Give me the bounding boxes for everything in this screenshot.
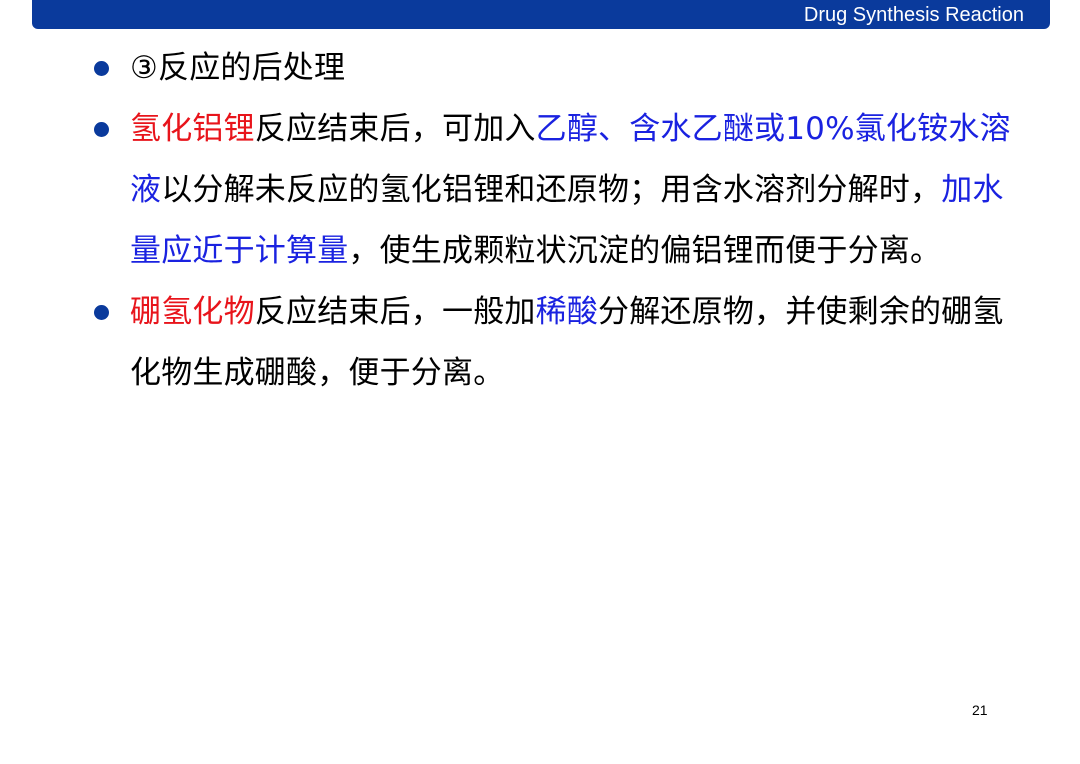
header-title: Drug Synthesis Reaction <box>803 4 1024 26</box>
page-number: 21 <box>972 702 988 718</box>
bullet-item: ③反应的后处理 <box>92 38 1012 99</box>
slide-content: ③反应的后处理 氢化铝锂反应结束后，可加入乙醇、含水乙醚或10%氯化铵水溶液以分… <box>92 38 1012 404</box>
bullet-text: 反应结束后，一般加 <box>254 294 536 330</box>
bullet-dot-icon <box>94 61 109 76</box>
highlight-blue-text: 稀酸 <box>535 294 599 330</box>
bullet-text: 反应结束后，可加入 <box>254 111 536 147</box>
bullet-text: ③反应的后处理 <box>130 50 346 86</box>
bullet-dot-icon <box>94 122 109 137</box>
bullet-item: 硼氢化物反应结束后，一般加稀酸分解还原物，并使剩余的硼氢化物生成硼酸，便于分离。 <box>92 282 1012 404</box>
bullet-item: 氢化铝锂反应结束后，可加入乙醇、含水乙醚或10%氯化铵水溶液以分解未反应的氢化铝… <box>92 99 1012 282</box>
highlight-red-text: 硼氢化物 <box>130 294 255 330</box>
bullet-dot-icon <box>94 305 109 320</box>
highlight-red-text: 氢化铝锂 <box>130 111 255 147</box>
bullet-text: ，使生成颗粒状沉淀的偏铝锂而便于分离。 <box>348 233 942 269</box>
bullet-text: 以分解未反应的氢化铝锂和还原物；用含水溶剂分解时， <box>161 172 942 208</box>
header-bar: Drug Synthesis Reaction <box>32 0 1050 29</box>
